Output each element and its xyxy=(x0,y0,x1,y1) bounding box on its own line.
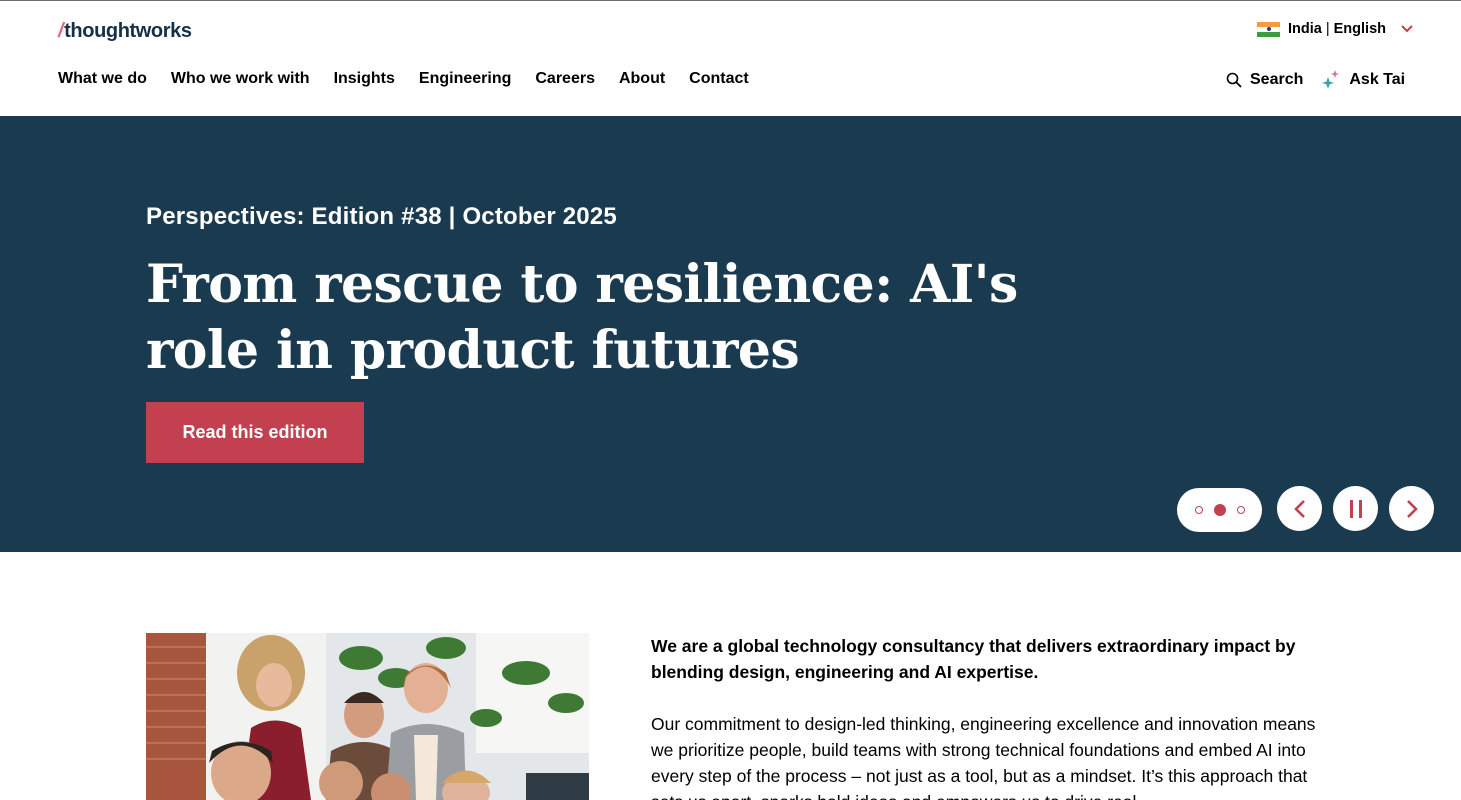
team-photo xyxy=(146,633,589,800)
carousel-next-button[interactable] xyxy=(1389,486,1434,531)
carousel-dot-1[interactable] xyxy=(1194,506,1203,514)
header-tools: Search Ask Tai xyxy=(1226,69,1405,91)
hero-banner: Perspectives: Edition #38 | October 2025… xyxy=(0,116,1461,552)
search-button[interactable]: Search xyxy=(1226,71,1303,89)
search-icon xyxy=(1226,72,1242,88)
primary-nav: What we do Who we work with Insights Eng… xyxy=(58,70,773,88)
nav-item-contact[interactable]: Contact xyxy=(689,70,749,88)
team-photo-illustration xyxy=(146,633,589,800)
carousel-dot-2[interactable] xyxy=(1213,504,1226,516)
ask-tai-label: Ask Tai xyxy=(1349,71,1406,88)
nav-item-insights[interactable]: Insights xyxy=(334,70,395,88)
thoughtworks-logo[interactable]: / thoughtworks xyxy=(58,20,192,43)
sparkle-icon xyxy=(1322,70,1340,89)
india-flag-icon xyxy=(1257,21,1280,37)
search-label: Search xyxy=(1250,71,1304,88)
chevron-right-icon xyxy=(1406,499,1418,518)
nav-item-careers[interactable]: Careers xyxy=(535,70,595,88)
nav-item-what-we-do[interactable]: What we do xyxy=(58,70,147,88)
about-body: Our commitment to design-led thinking, e… xyxy=(651,714,1316,800)
ask-tai-button[interactable]: Ask Tai xyxy=(1321,69,1405,91)
site-header: / thoughtworks India | English What we d… xyxy=(0,1,1461,116)
about-section: We are a global technology consultancy t… xyxy=(651,633,1331,800)
read-edition-button[interactable]: Read this edition xyxy=(146,402,364,463)
chevron-left-icon xyxy=(1293,499,1305,518)
carousel-dot-3[interactable] xyxy=(1236,506,1245,514)
nav-item-about[interactable]: About xyxy=(619,70,665,88)
carousel-pause-button[interactable] xyxy=(1333,486,1378,531)
locale-country: India xyxy=(1288,21,1322,37)
pause-icon xyxy=(1349,499,1362,518)
nav-item-who-we-work-with[interactable]: Who we work with xyxy=(171,70,310,88)
logo-text: thoughtworks xyxy=(64,20,192,42)
carousel-indicators xyxy=(1177,488,1262,532)
nav-item-engineering[interactable]: Engineering xyxy=(419,70,511,88)
logo-slash: / xyxy=(58,20,64,42)
locale-selector[interactable]: India | English xyxy=(1257,21,1414,37)
locale-language: English xyxy=(1333,21,1386,37)
chevron-down-icon xyxy=(1401,25,1413,33)
hero-headline: From rescue to resilience: AI's role in … xyxy=(146,254,1018,381)
locale-separator: | xyxy=(1325,21,1330,37)
about-lead: We are a global technology consultancy t… xyxy=(651,636,1296,682)
hero-kicker: Perspectives: Edition #38 | October 2025 xyxy=(146,203,617,230)
carousel-prev-button[interactable] xyxy=(1277,486,1322,531)
